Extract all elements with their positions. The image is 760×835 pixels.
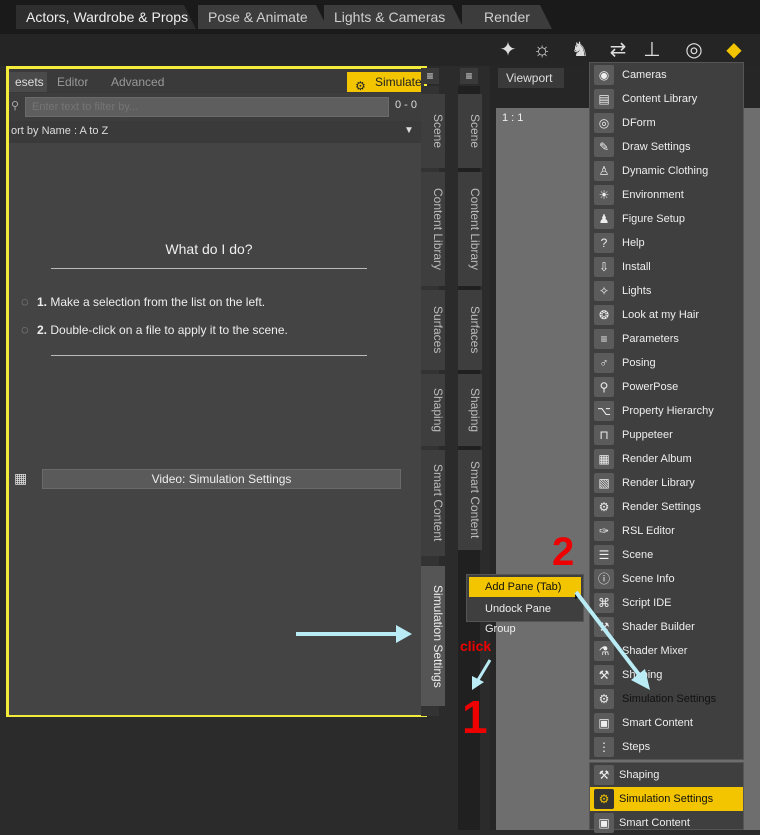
arrow-to-simulation-tab	[296, 625, 412, 643]
step-number-2: 2	[552, 530, 575, 574]
arrow-to-simulation-item	[574, 590, 650, 690]
step-number-1: 1	[462, 691, 488, 743]
click-annotation: click	[460, 638, 492, 654]
annotation-overlay	[296, 590, 650, 690]
arrow-click	[472, 659, 492, 690]
